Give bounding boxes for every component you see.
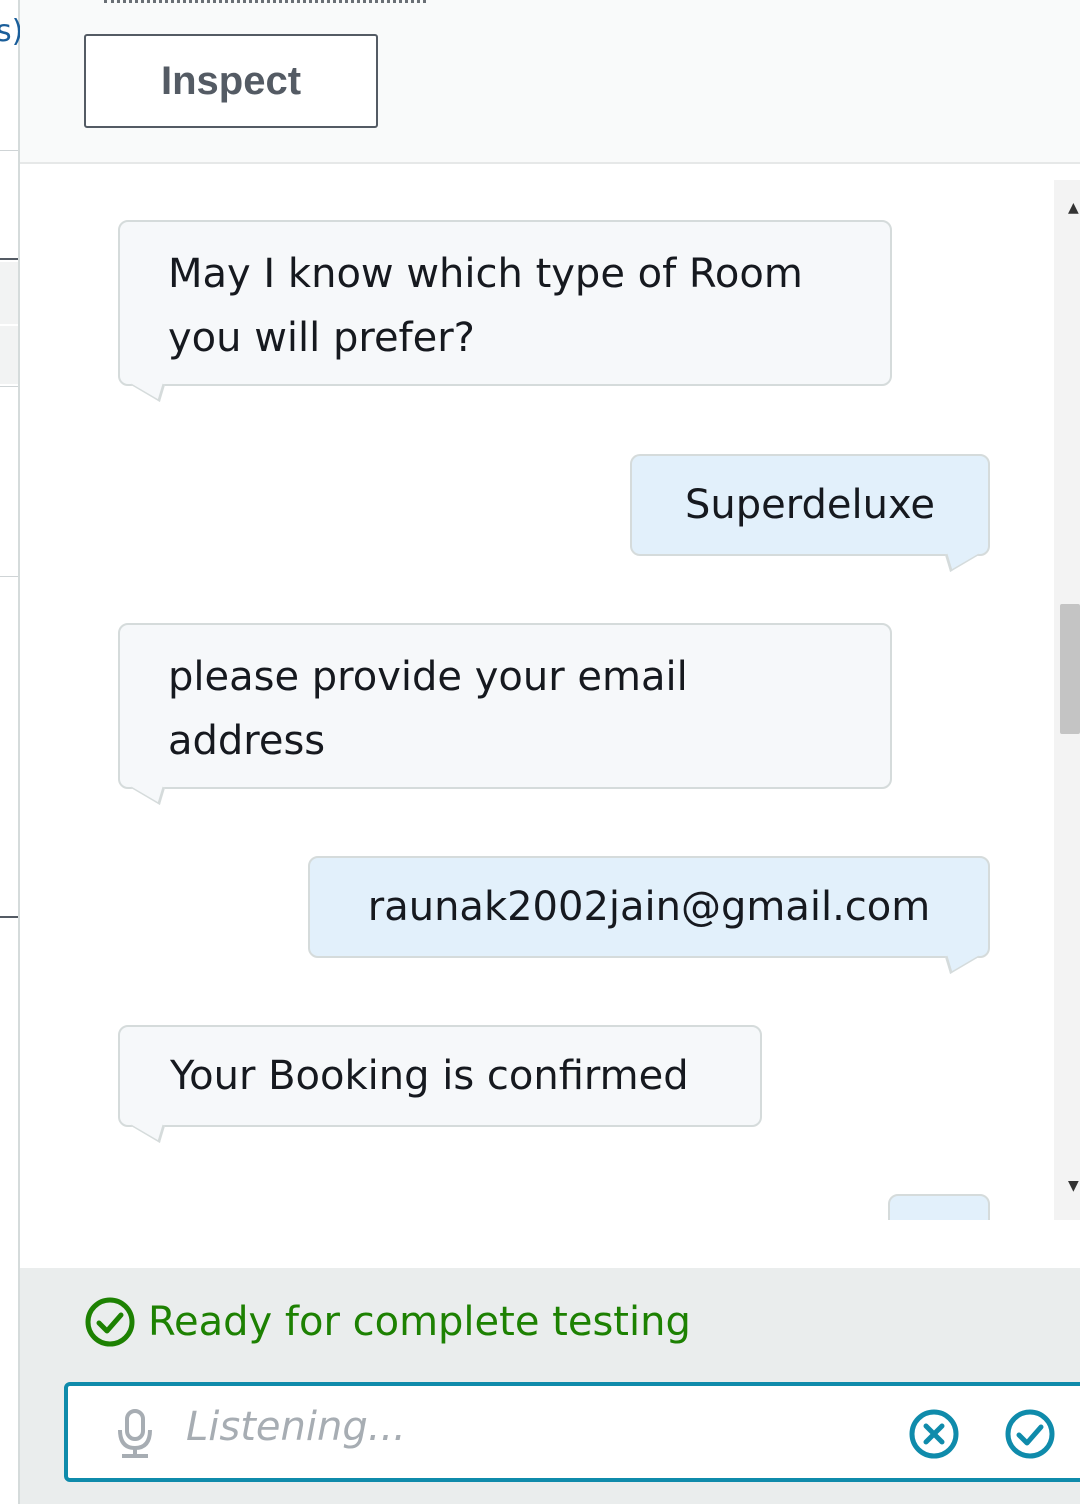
bubble-tail: [131, 1109, 165, 1143]
test-footer: Ready for complete testing Listening...: [20, 1268, 1080, 1504]
divider: [0, 916, 18, 918]
dotted-link-underline: [104, 0, 426, 3]
bot-message: please provide your email address: [118, 623, 892, 805]
test-bot-header: Inspect: [20, 0, 1080, 164]
message-text: Your Booking is confirmed: [170, 1053, 689, 1099]
inspect-button[interactable]: Inspect: [84, 34, 378, 128]
bubble-tail: [131, 771, 165, 805]
message-text: May I know which type of Room you will p…: [168, 251, 803, 361]
message-text: please provide your email address: [168, 654, 688, 764]
message-text: raunak2002jain@gmail.com: [367, 884, 931, 930]
microphone-icon[interactable]: [114, 1408, 156, 1460]
user-message: raunak2002jain@gmail.com: [308, 856, 990, 974]
listening-placeholder: Listening...: [186, 1404, 406, 1450]
table-row: [0, 326, 18, 384]
status-message: Ready for complete testing: [84, 1294, 691, 1350]
check-circle-icon: [85, 1297, 135, 1347]
user-message-partial: [888, 1194, 990, 1220]
bot-message: Your Booking is confirmed: [118, 1025, 762, 1143]
close-circle-icon[interactable]: [908, 1408, 960, 1460]
chat-scrollbar[interactable]: ▲ ▼: [1054, 180, 1080, 1220]
divider: [0, 150, 18, 151]
bubble-tail: [131, 368, 165, 402]
bot-message: May I know which type of Room you will p…: [118, 220, 892, 402]
divider: [0, 576, 18, 577]
message-text: Superdeluxe: [685, 482, 935, 528]
scroll-down-arrow-icon[interactable]: ▼: [1068, 1178, 1079, 1194]
divider: [0, 386, 18, 387]
speech-input[interactable]: Listening...: [64, 1382, 1080, 1482]
status-text: Ready for complete testing: [148, 1299, 691, 1345]
adjacent-pane: s): [0, 0, 23, 1504]
divider: [0, 258, 18, 260]
conversation-panel[interactable]: May I know which type of Room you will p…: [20, 164, 1054, 1220]
table-row: [0, 262, 18, 324]
user-message: Superdeluxe: [630, 454, 990, 572]
scroll-thumb[interactable]: [1060, 604, 1080, 734]
bubble-tail: [945, 538, 979, 572]
bubble-tail: [945, 940, 979, 974]
check-circle-icon[interactable]: [1004, 1408, 1056, 1460]
scroll-up-arrow-icon[interactable]: ▲: [1068, 200, 1079, 216]
